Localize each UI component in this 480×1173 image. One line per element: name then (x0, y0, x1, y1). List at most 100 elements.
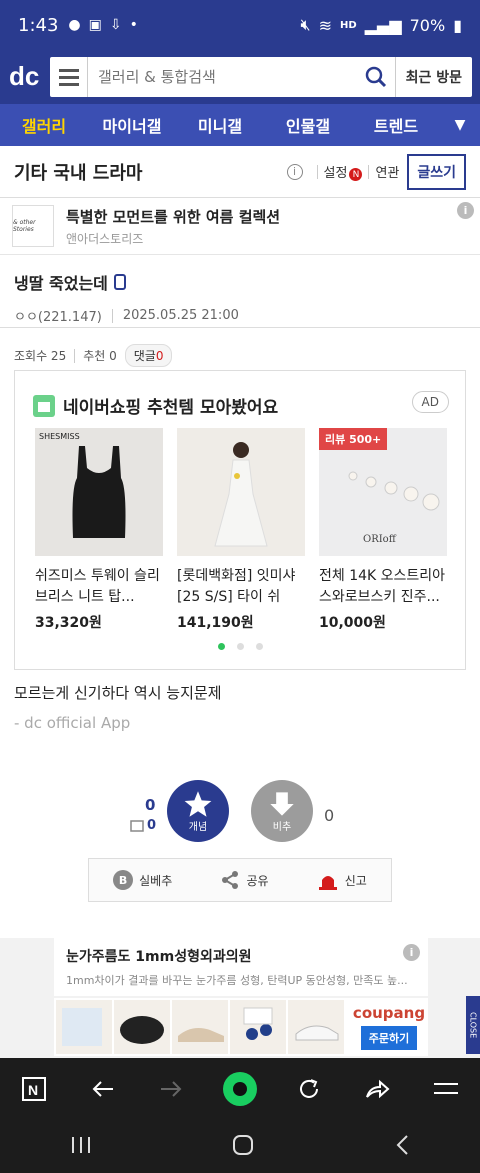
fix-icon (130, 819, 144, 832)
real-best-button[interactable]: B 실베추 (113, 870, 172, 890)
info-icon[interactable]: i (286, 163, 303, 180)
mobile-icon (113, 274, 126, 290)
product-card[interactable]: 리뷰 500+ ORIoff 전체 14K 오스트리아 스와로브스키 진주...… (319, 428, 447, 632)
menu-icon[interactable] (50, 57, 88, 97)
ad-info-icon[interactable]: i (403, 944, 420, 961)
divider (316, 164, 318, 179)
battery-icon: ▮ (453, 15, 462, 35)
network-label: HD (340, 19, 357, 31)
fix-count-wrap: 0 (130, 818, 156, 833)
product-brand: ORIoff (363, 534, 396, 545)
order-button[interactable]: 주문하기 (360, 1026, 418, 1050)
top-ad[interactable]: & other Stories 특별한 모먼트를 위한 여름 컬렉션 앤아더스토… (0, 198, 480, 255)
report-label: 신고 (344, 873, 367, 888)
naver-home-icon[interactable]: N (14, 1069, 54, 1109)
main-nav: 갤러리 마이너갤 미니갤 인물갤 트렌드 ▼ (0, 104, 480, 146)
ad-product-image (56, 1000, 112, 1054)
report-button[interactable]: 신고 (317, 870, 367, 890)
share-icon (222, 871, 239, 889)
status-icons: ● ▣ ⇩ • (68, 17, 137, 33)
product-card[interactable]: [롯데백화점] 잇미샤 [25 S/S] 타이 쉬폰... 141,190원 (177, 428, 305, 632)
upvote-label: 개념 (188, 821, 208, 833)
share-arrow-icon[interactable] (357, 1069, 397, 1109)
home-icon[interactable] (232, 1134, 254, 1160)
divider (368, 164, 370, 179)
naver-shopping-icon (33, 394, 55, 417)
browser-menu-icon[interactable] (426, 1069, 466, 1109)
settings-label: 설정 (323, 165, 348, 181)
divider (74, 348, 76, 363)
product-brand: SHESMISS (39, 432, 80, 441)
dot-icon: • (129, 17, 138, 33)
dc-logo[interactable]: dc (8, 59, 44, 95)
status-bar: 1:43 ● ▣ ⇩ • 🔇︎ ≋ HD ▂▄▆ 70% ▮ (0, 0, 480, 50)
nav-mini-gallery[interactable]: 미니갤 (176, 113, 264, 137)
back-arrow-icon[interactable] (83, 1069, 123, 1109)
green-dot-icon[interactable] (220, 1069, 260, 1109)
shopping-widget: 네이버쇼핑 추천템 모아봤어요 AD SHESMISS 쉬즈미스 투웨이 슬리브… (14, 370, 466, 670)
down-arrow-icon (270, 791, 294, 816)
nav-gallery[interactable]: 갤러리 (0, 113, 88, 137)
post-author[interactable]: ㅇㅇ(221.147) (14, 306, 102, 325)
clinic-ad: 눈가주름도 1mm성형외과의원 1mm차이가 결과를 바꾸는 눈가주름 성형, … (0, 938, 480, 996)
share-button[interactable]: 공유 (220, 870, 269, 890)
recents-icon[interactable] (70, 1135, 92, 1159)
product-image: 리뷰 500+ ORIoff (319, 428, 447, 556)
up-count: 0 (145, 796, 156, 814)
ad-badge[interactable]: AD (411, 391, 449, 413)
system-nav-bar (0, 1120, 480, 1173)
ad-product-image (114, 1000, 170, 1054)
post-signature: - dc official App (14, 714, 131, 732)
forward-arrow-icon[interactable] (151, 1069, 191, 1109)
comment-count-button[interactable]: 댓글0 (124, 344, 173, 367)
status-time: 1:43 (18, 14, 59, 36)
ad-product-image (230, 1000, 286, 1054)
nav-person-gallery[interactable]: 인물갤 (264, 113, 352, 137)
svg-text:dc: dc (9, 62, 39, 91)
clinic-ad-desc: 1mm차이가 결과를 바꾸는 눈가주름 성형, 탄력UP 동안성형, 만족도 높… (66, 974, 408, 987)
battery-text: 70% (409, 15, 446, 35)
gallery-title-bar: 기타 국내 드라마 i 설정 N 연관 글쓰기 (0, 146, 480, 198)
coupang-ad-box[interactable]: coupang 주문하기 (54, 998, 428, 1056)
system-back-icon[interactable] (394, 1134, 410, 1160)
down-count: 0 (324, 806, 335, 825)
ad-title: 특별한 모먼트를 위한 여름 컬렉션 (66, 207, 281, 226)
comment-count: 0 (155, 349, 164, 363)
related-link[interactable]: 연관 (375, 162, 399, 181)
nav-trend[interactable]: 트렌드 (352, 113, 440, 137)
product-price: 10,000원 (319, 615, 386, 631)
site-header: dc 최근 방문 (0, 50, 480, 104)
gallery-icon: ▣ (88, 17, 102, 33)
carousel-dot[interactable] (255, 643, 263, 650)
siren-icon (318, 876, 337, 890)
search-bar: 최근 방문 (50, 57, 472, 97)
carousel-dot[interactable] (236, 643, 244, 650)
recent-visit-button[interactable]: 최근 방문 (394, 57, 472, 97)
post-header: 냉딸 죽었는데 ㅇㅇ(221.147) 2025.05.25 21:00 (0, 256, 480, 328)
settings-link[interactable]: 설정 N (324, 162, 363, 182)
review-badge: 리뷰 500+ (319, 428, 388, 450)
search-icon[interactable] (357, 57, 395, 97)
upvote-button[interactable]: 개념 (167, 780, 229, 842)
search-input[interactable] (88, 57, 357, 97)
browser-toolbar: N (0, 1058, 480, 1120)
refresh-icon[interactable] (289, 1069, 329, 1109)
carousel-dot[interactable] (217, 643, 225, 650)
ad-info-icon[interactable]: i (457, 202, 474, 219)
clinic-ad-box[interactable]: 눈가주름도 1mm성형외과의원 1mm차이가 결과를 바꾸는 눈가주름 성형, … (54, 938, 428, 996)
close-ad-button[interactable]: CLOSE (466, 996, 480, 1054)
downvote-button[interactable]: 비추 (251, 780, 313, 842)
download-icon: ⇩ (109, 17, 122, 33)
product-image (177, 428, 305, 556)
product-price: 141,190원 (177, 615, 254, 631)
real-best-label: 실베추 (139, 873, 173, 888)
write-button[interactable]: 글쓰기 (407, 153, 466, 190)
gallery-title: 기타 국내 드라마 (14, 162, 143, 184)
carousel-dots (15, 643, 465, 650)
nav-expand-icon[interactable]: ▼ (440, 117, 480, 133)
nav-minor-gallery[interactable]: 마이너갤 (88, 113, 176, 137)
downvote-label: 비추 (272, 821, 292, 833)
b-icon: B (113, 870, 134, 890)
ad-brand: 앤아더스토리즈 (66, 231, 144, 246)
product-card[interactable]: SHESMISS 쉬즈미스 투웨이 슬리브리스 니트 탑... 33,320원 (35, 428, 163, 632)
